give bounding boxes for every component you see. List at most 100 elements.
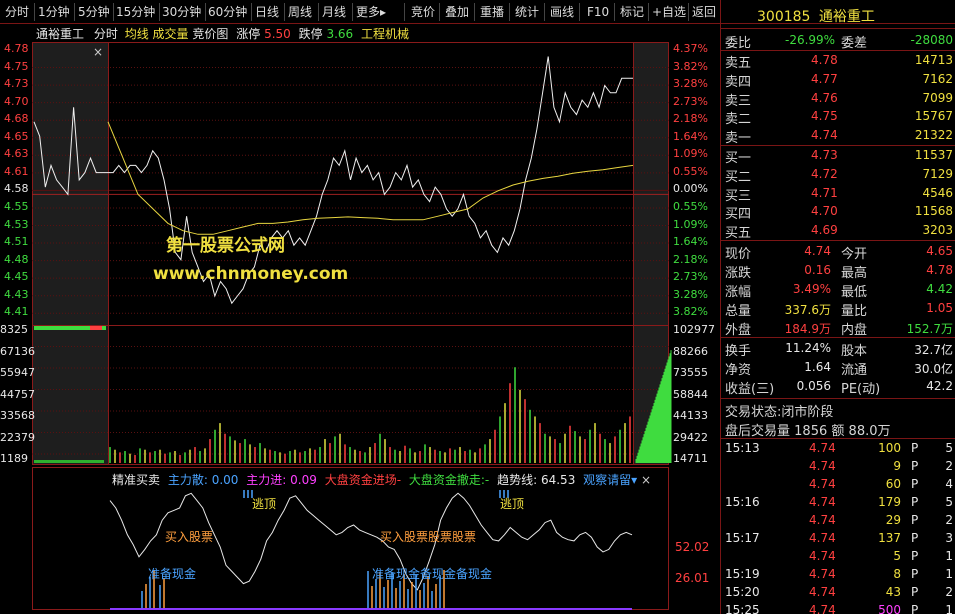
stat-value: 152.7万 xyxy=(906,322,953,336)
vol-tick-right: 14711 xyxy=(673,452,708,465)
tool-mark[interactable]: 标记 xyxy=(620,3,644,21)
indicator-name[interactable]: 精准买卖 xyxy=(112,473,160,487)
ask-price[interactable]: 4.77 xyxy=(811,72,838,86)
tool-add-watchlist[interactable]: +自选 xyxy=(652,3,686,21)
vol-tick-left: 67136 xyxy=(0,344,35,358)
stat2-label: 换手 xyxy=(725,344,752,359)
bid-price[interactable]: 4.73 xyxy=(811,148,838,162)
bid-price[interactable]: 4.70 xyxy=(811,204,838,218)
limit-up-label: 涨停 xyxy=(236,27,261,41)
bid-label: 买一 xyxy=(725,151,752,166)
price-tick: 4.63 xyxy=(4,147,29,161)
vol-tick-right: 44133 xyxy=(673,409,708,422)
tab-daily[interactable]: 日线 xyxy=(255,3,279,21)
bid-price[interactable]: 4.72 xyxy=(811,167,838,181)
tick-volume: 100 xyxy=(878,441,901,455)
stat2-value: 1.64 xyxy=(804,360,831,374)
tick-side: P xyxy=(911,495,919,509)
tick-side: P xyxy=(911,441,919,455)
ask-price[interactable]: 4.74 xyxy=(811,128,838,142)
annot-buy-1: 买入股票 xyxy=(165,530,214,544)
pct-tick: 1.09% xyxy=(673,217,708,231)
tab-weekly[interactable]: 周线 xyxy=(288,3,312,21)
tick-time: 15:16 xyxy=(725,495,760,509)
price-tick: 4.41 xyxy=(4,305,29,319)
tab-more[interactable]: 更多▸ xyxy=(356,3,386,21)
ask-price[interactable]: 4.76 xyxy=(811,91,838,105)
bid-price[interactable]: 4.69 xyxy=(811,223,838,237)
tick-time: 15:13 xyxy=(725,441,760,455)
intraday-chart[interactable] xyxy=(0,24,720,614)
pct-tick: 4.37% xyxy=(673,42,708,55)
tick-count: 5 xyxy=(945,441,953,455)
tool-draw[interactable]: 画线 xyxy=(550,3,574,21)
more-arrow-icon: ▸ xyxy=(380,5,387,19)
tick-count: 2 xyxy=(945,459,953,473)
close-marker-icon[interactable]: × xyxy=(93,45,103,59)
tool-stats[interactable]: 统计 xyxy=(515,3,539,21)
vol-tick-left: 33568 xyxy=(0,409,35,422)
price-tick: 4.51 xyxy=(4,235,29,249)
tick-side: P xyxy=(911,567,919,581)
tool-replay[interactable]: 重播 xyxy=(480,3,504,21)
stat-value: 4.42 xyxy=(926,282,953,296)
bid-price[interactable]: 4.71 xyxy=(811,186,838,200)
pct-tick: 1.64% xyxy=(673,129,708,143)
stat-value: 3.49% xyxy=(792,282,831,296)
bid-label: 买四 xyxy=(725,207,752,223)
tool-f10[interactable]: F10 xyxy=(587,3,609,21)
price-tick: 4.73 xyxy=(4,77,29,91)
intraday-chart-area[interactable]: 通裕重工 分时 均线 成交量 竞价图 涨停 5.50 跌停 3.66 工程机械 … xyxy=(0,24,720,614)
indicator-close-icon[interactable]: × xyxy=(641,473,651,487)
tick-count: 2 xyxy=(945,513,953,527)
ask-volume: 7099 xyxy=(922,90,953,105)
watermark-url: www.chnmoney.com xyxy=(153,264,349,284)
ind-item-trend: 趋势线: 64.53 xyxy=(497,473,576,487)
limit-down-label: 跌停 xyxy=(298,27,323,41)
limit-down-value: 3.66 xyxy=(326,27,354,41)
tick-volume: 179 xyxy=(878,495,901,509)
tab-30min[interactable]: 30分钟 xyxy=(162,3,201,21)
legend-auction[interactable]: 竞价图 xyxy=(192,27,228,41)
ask-price[interactable]: 4.78 xyxy=(811,53,838,67)
legend-volume[interactable]: 成交量 xyxy=(153,27,189,41)
tick-price: 4.74 xyxy=(809,567,836,581)
stat2-label: 净资 xyxy=(725,363,752,378)
tick-count: 4 xyxy=(945,477,953,491)
tick-price: 4.74 xyxy=(809,441,836,455)
tab-fenshi[interactable]: 分时 xyxy=(5,3,29,21)
tool-jingjia[interactable]: 竞价 xyxy=(411,3,435,21)
stat-value: 4.74 xyxy=(804,244,831,258)
quote-stock-name: 通裕重工 xyxy=(818,9,875,25)
pct-tick: 3.28% xyxy=(673,287,708,301)
vol-tick-right: 29422 xyxy=(673,430,708,444)
stock-code: 300185 xyxy=(757,9,811,25)
pct-tick: 2.18% xyxy=(673,112,708,126)
tab-60min[interactable]: 60分钟 xyxy=(208,3,247,21)
tool-overlay[interactable]: 叠加 xyxy=(445,3,469,21)
stat-label: 总量 xyxy=(725,304,752,319)
indicator-dropdown[interactable]: 观察请留▾ xyxy=(583,473,637,487)
tab-monthly[interactable]: 月线 xyxy=(322,3,346,21)
stat2-label: 流通 xyxy=(841,363,868,378)
annot-cash-2: 准备现金备现金备现金 xyxy=(372,567,493,581)
vol-tick-right: 58844 xyxy=(673,387,708,401)
ind-tick-1: 52.02 xyxy=(675,540,710,554)
tab-5min[interactable]: 5分钟 xyxy=(78,3,110,21)
vol-tick-left: 44757 xyxy=(0,387,35,401)
price-tick: 4.53 xyxy=(4,217,29,231)
vol-tick-left: 1189 xyxy=(0,452,28,465)
ask-label: 卖三 xyxy=(725,93,752,109)
tab-1min[interactable]: 1分钟 xyxy=(38,3,70,21)
annot-escape-top-2: 逃顶 xyxy=(500,497,525,511)
ask-price[interactable]: 4.75 xyxy=(811,109,838,123)
annot-cash-1: 准备现金 xyxy=(148,567,197,581)
legend-avg[interactable]: 均线 xyxy=(125,27,149,41)
annot-escape-top-1: 逃顶 xyxy=(252,497,277,511)
sector-label[interactable]: 工程机械 xyxy=(361,27,409,41)
pct-tick: 0.00% xyxy=(673,182,708,196)
after-hours: 盘后交易量 1856 额 88.0万 xyxy=(725,424,891,439)
tool-back[interactable]: 返回 xyxy=(692,3,716,21)
pct-tick: 2.18% xyxy=(673,252,708,266)
tab-15min[interactable]: 15分钟 xyxy=(116,3,155,21)
